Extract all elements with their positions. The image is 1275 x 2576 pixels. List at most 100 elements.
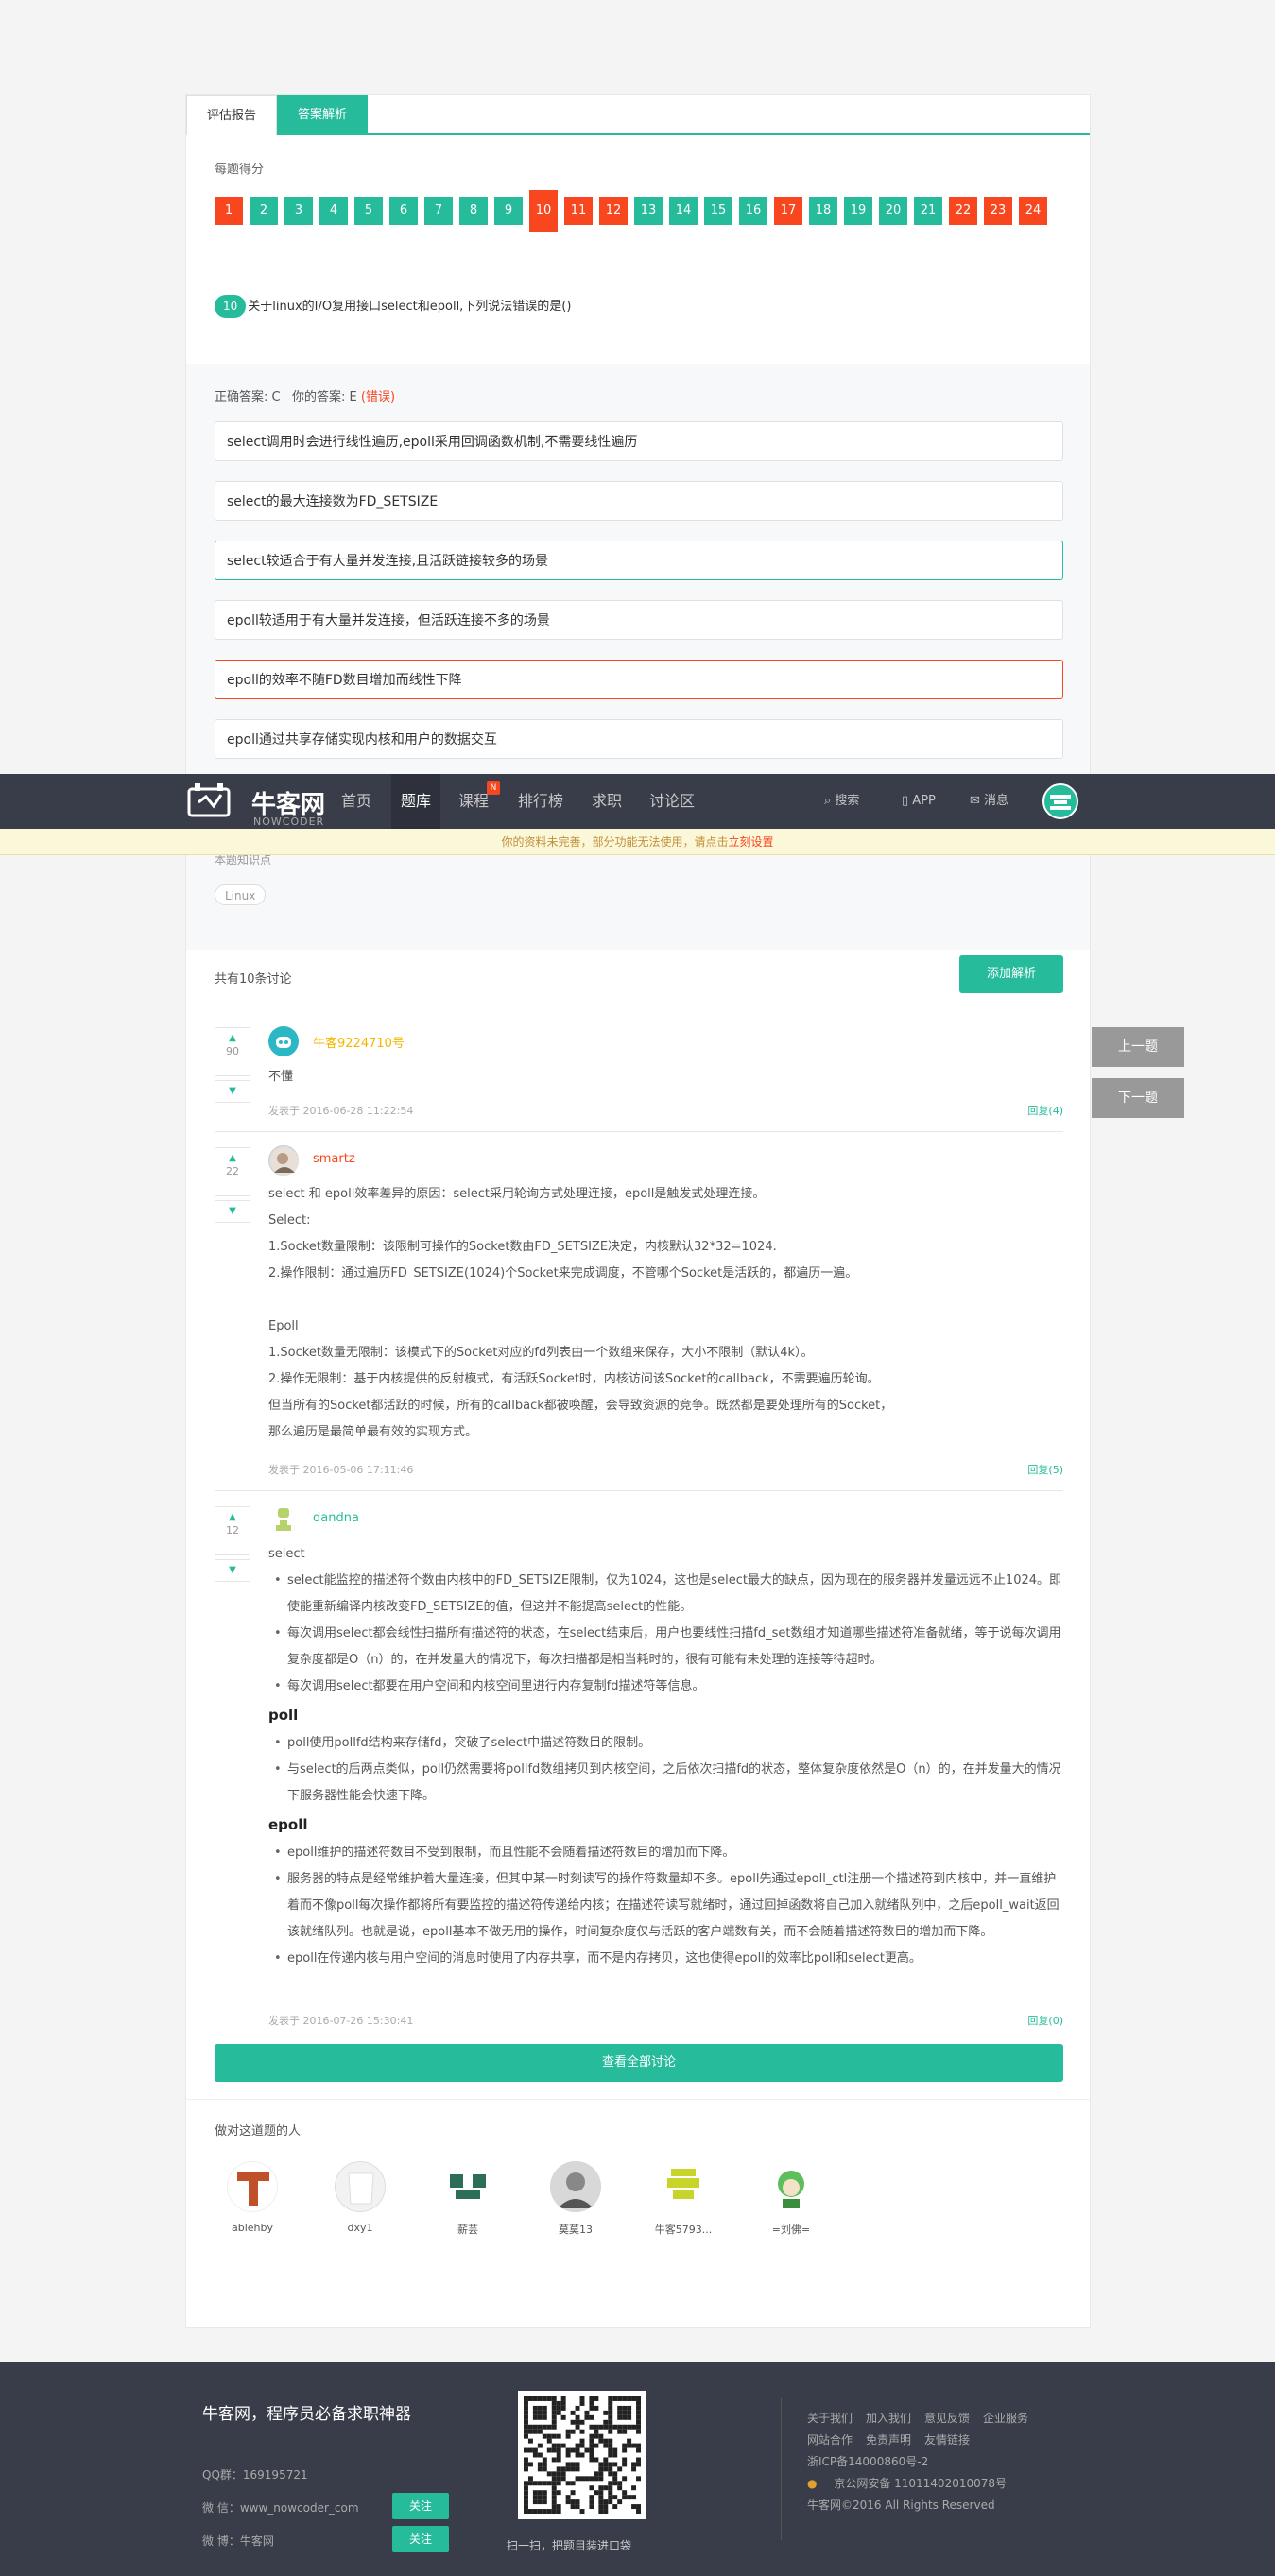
footer-link[interactable]: 网站合作 <box>807 2433 853 2447</box>
tab-answer-analysis[interactable]: 答案解析 <box>277 95 368 135</box>
avatar[interactable] <box>268 1026 299 1056</box>
score-cell-23[interactable]: 23 <box>984 197 1012 225</box>
nav-home[interactable]: 首页 <box>341 774 371 829</box>
question-text: 关于linux的I/O复用接口select和epoll,下列说法错误的是() <box>248 300 572 314</box>
warning-text: 你的资料未完善，部分功能无法使用，请点击 <box>501 835 729 849</box>
nav-app[interactable]: ▯ APP <box>902 774 936 829</box>
comment-line: 1.Socket数量限制：该限制可操作的Socket数由FD_SETSIZE决定… <box>268 1240 777 1254</box>
correct-answer: 正确答案: C <box>215 390 281 404</box>
nav-search-label: 搜索 <box>835 794 860 808</box>
score-cell-10[interactable]: 10 <box>529 190 558 232</box>
vote-down-button[interactable]: ▼ <box>215 1200 250 1223</box>
footer-link[interactable]: 意见反馈 <box>924 2412 970 2425</box>
footer-wechat: 微 信：www_nowcoder_com <box>202 2501 359 2515</box>
score-cell-22[interactable]: 22 <box>949 197 977 225</box>
solver[interactable]: 牛客5793... <box>646 2161 721 2237</box>
footer-links-row: 关于我们 加入我们 意见反馈 企业服务 <box>807 2408 1042 2430</box>
comment-line <box>268 1287 1064 1314</box>
option-a: select调用时会进行线性遍历,epoll采用回调函数机制,不需要线性遍历 <box>215 421 1063 461</box>
tab-evaluation-report[interactable]: 评估报告 <box>186 95 277 135</box>
score-cell-16[interactable]: 16 <box>739 197 767 225</box>
footer-police: ● 京公网安备 11011402010078号 <box>807 2473 1042 2495</box>
profile-warning-bar: 你的资料未完善，部分功能无法使用，请点击立刻设置 <box>0 829 1275 855</box>
nav-search[interactable]: ⌕ 搜索 <box>824 774 859 829</box>
comment-username[interactable]: 牛客9224710号 <box>313 1033 405 1051</box>
add-analysis-button[interactable]: 添加解析 <box>959 955 1063 993</box>
footer-link[interactable]: 免责声明 <box>866 2433 911 2447</box>
reply-link[interactable]: 回复(0) <box>1027 2013 1063 2028</box>
topic-tag[interactable]: Linux <box>215 884 267 905</box>
solver[interactable]: dxy1 <box>322 2161 398 2234</box>
arrow-up-icon: ▲ <box>229 1033 236 1043</box>
nav-messages[interactable]: ✉ 消息 <box>970 774 1008 829</box>
reply-link[interactable]: 回复(4) <box>1027 1103 1063 1118</box>
list-item: select能监控的描述符个数由内核中的FD_SETSIZE限制，仅为1024，… <box>268 1568 1064 1621</box>
comment-username[interactable]: smartz <box>313 1152 355 1166</box>
nav-jobs[interactable]: 求职 <box>592 774 622 829</box>
comment-username[interactable]: dandna <box>313 1511 359 1525</box>
vote-up-button[interactable]: ▲ 12 <box>215 1506 250 1555</box>
score-cell-1[interactable]: 1 <box>215 197 243 225</box>
score-cell-8[interactable]: 8 <box>459 197 488 225</box>
list-item: epoll在传递内核与用户空间的消息时使用了内存共享，而不是内存拷贝，这也使得e… <box>268 1946 1064 1972</box>
prev-question-button[interactable]: 上一题 <box>1092 1027 1184 1067</box>
view-all-discussions-button[interactable]: 查看全部讨论 <box>215 2044 1063 2082</box>
divider <box>781 2398 782 2540</box>
score-cell-11[interactable]: 11 <box>564 197 593 225</box>
nav-question-bank[interactable]: 题库 <box>391 774 441 829</box>
solver[interactable]: 薪芸 <box>430 2161 506 2237</box>
score-cell-20[interactable]: 20 <box>879 197 907 225</box>
score-cell-21[interactable]: 21 <box>914 197 942 225</box>
comment-line: 但当所有的Socket都活跃的时候，所有的callback都被唤醒，会导致资源的… <box>268 1399 893 1413</box>
list-item: epoll维护的描述符数目不受到限制，而且性能不会随着描述符数目的增加而下降。 <box>268 1840 1064 1866</box>
solver[interactable]: 莫莫13 <box>538 2161 613 2237</box>
footer-link[interactable]: 关于我们 <box>807 2412 853 2425</box>
vote-count: 12 <box>226 1524 239 1537</box>
footer-links-row: 网站合作 免责声明 友情链接 <box>807 2430 1042 2451</box>
score-cell-18[interactable]: 18 <box>809 197 837 225</box>
vote-up-button[interactable]: ▲ 22 <box>215 1147 250 1196</box>
score-cell-6[interactable]: 6 <box>389 197 418 225</box>
vote-down-button[interactable]: ▼ <box>215 1559 250 1582</box>
score-cell-14[interactable]: 14 <box>669 197 698 225</box>
logo[interactable]: 牛客网 NOWCODER <box>185 783 325 828</box>
score-cell-13[interactable]: 13 <box>634 197 663 225</box>
follow-wechat-button[interactable]: 关注 <box>392 2493 449 2519</box>
warning-settings-link[interactable]: 立刻设置 <box>729 835 774 849</box>
next-question-button[interactable]: 下一题 <box>1092 1078 1184 1118</box>
follow-weibo-button[interactable]: 关注 <box>392 2526 449 2552</box>
footer-link[interactable]: 企业服务 <box>983 2412 1028 2425</box>
phone-icon: ▯ <box>902 794 909 808</box>
nav-courses[interactable]: 课程 N <box>458 774 500 829</box>
avatar <box>442 2161 493 2212</box>
score-cell-9[interactable]: 9 <box>494 197 523 225</box>
reply-link[interactable]: 回复(5) <box>1027 1462 1063 1477</box>
score-cell-12[interactable]: 12 <box>599 197 628 225</box>
avatar[interactable] <box>268 1145 299 1176</box>
score-cell-15[interactable]: 15 <box>704 197 732 225</box>
score-cell-7[interactable]: 7 <box>424 197 453 225</box>
nav-ranking[interactable]: 排行榜 <box>518 774 563 829</box>
comment-date: 发表于 2016-06-28 11:22:54 <box>268 1105 414 1117</box>
poll-heading: poll <box>268 1707 299 1724</box>
tab-bar: 评估报告 答案解析 <box>186 95 1090 135</box>
solver[interactable]: ablehby <box>215 2161 290 2234</box>
score-cell-5[interactable]: 5 <box>354 197 383 225</box>
score-cell-2[interactable]: 2 <box>250 197 278 225</box>
vote-up-button[interactable]: ▲ 90 <box>215 1027 250 1076</box>
score-cell-4[interactable]: 4 <box>319 197 348 225</box>
score-cell-3[interactable]: 3 <box>284 197 313 225</box>
score-cell-24[interactable]: 24 <box>1019 197 1047 225</box>
solver-name: dxy1 <box>347 2222 373 2234</box>
footer-link[interactable]: 加入我们 <box>866 2412 911 2425</box>
avatar[interactable] <box>268 1504 299 1535</box>
nav-forum[interactable]: 讨论区 <box>649 774 695 829</box>
footer-link[interactable]: 友情链接 <box>924 2433 970 2447</box>
vote-down-button[interactable]: ▼ <box>215 1080 250 1103</box>
score-cell-17[interactable]: 17 <box>774 197 802 225</box>
vote-count: 22 <box>226 1165 239 1177</box>
user-avatar[interactable] <box>1042 783 1078 819</box>
solver[interactable]: =刘佛= <box>753 2161 829 2237</box>
score-cell-19[interactable]: 19 <box>844 197 872 225</box>
comment-date: 发表于 2016-05-06 17:11:46 <box>268 1464 414 1476</box>
